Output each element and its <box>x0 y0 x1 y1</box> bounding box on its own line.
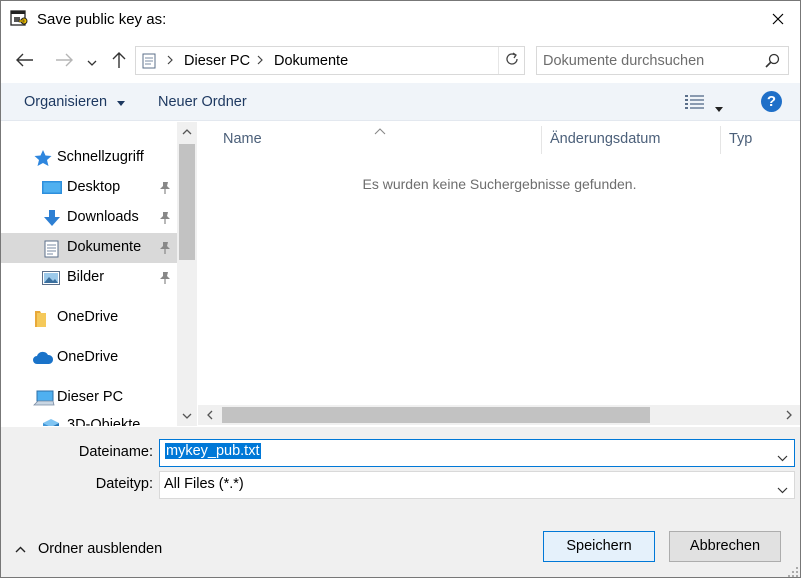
column-header-modified[interactable]: Änderungsdatum <box>550 131 660 147</box>
nav-label: Bilder <box>67 269 105 285</box>
new-folder-button[interactable]: Neuer Ordner <box>158 94 247 110</box>
nav-label: Dokumente <box>67 239 142 255</box>
cancel-button[interactable]: Abbrechen <box>669 531 781 562</box>
forward-button[interactable] <box>52 49 76 73</box>
nav-label: OneDrive <box>57 349 119 365</box>
close-button[interactable] <box>755 1 800 39</box>
filename-field[interactable]: mykey_pub.txt <box>159 439 795 467</box>
forward-arrow-icon <box>55 53 73 70</box>
nav-item-downloads[interactable]: Downloads <box>1 203 177 233</box>
desktop-icon <box>42 180 62 196</box>
save-dialog: Save public key as: Dieser PC Dokumente … <box>0 0 801 578</box>
nav-item-onedrive-cloud[interactable]: OneDrive <box>1 343 177 373</box>
pin-icon[interactable] <box>159 181 171 195</box>
scroll-right-arrow-icon[interactable] <box>779 405 799 425</box>
view-options-caret-icon[interactable] <box>715 99 723 115</box>
nav-label: OneDrive <box>57 309 119 325</box>
picture-icon <box>42 270 60 286</box>
search-input[interactable]: Dokumente durchsuchen <box>536 46 789 75</box>
search-placeholder: Dokumente durchsuchen <box>543 53 705 69</box>
chevron-down-icon <box>87 53 97 69</box>
close-icon <box>772 12 784 28</box>
pin-icon[interactable] <box>159 271 171 285</box>
nav-item-quick-access[interactable]: Schnellzugriff <box>1 143 177 173</box>
cloud-icon <box>32 350 54 366</box>
column-header-name[interactable]: Name <box>223 131 262 147</box>
breadcrumb-dokumente[interactable]: Dokumente <box>274 53 348 69</box>
nav-label: Schnellzugriff <box>57 149 144 165</box>
filetype-dropdown[interactable]: All Files (*.*) <box>159 471 795 499</box>
nav-item-this-pc[interactable]: Dieser PC <box>1 383 177 413</box>
navigation-pane: Schnellzugriff Desktop Downloads Dokumen… <box>1 122 197 426</box>
filetype-label: Dateityp: <box>95 476 153 492</box>
sort-ascending-icon <box>374 122 386 138</box>
chevron-up-icon <box>15 541 26 557</box>
nav-label: Dieser PC <box>57 389 124 405</box>
nav-label: Desktop <box>67 179 121 195</box>
pin-icon[interactable] <box>159 241 171 255</box>
column-header-type[interactable]: Typ <box>729 131 752 147</box>
empty-results-message: Es wurden keine Suchergebnisse gefunden. <box>362 176 637 192</box>
chevron-right-icon <box>166 53 176 67</box>
chevron-down-icon <box>777 481 788 497</box>
nav-item-3d-objects[interactable]: 3D-Objekte <box>1 411 177 426</box>
pin-icon[interactable] <box>159 211 171 225</box>
command-bar: Organisieren Neuer Ordner ? <box>1 83 800 121</box>
filename-label: Dateiname: <box>78 444 153 460</box>
app-key-icon <box>10 9 30 29</box>
organize-label: Organisieren <box>24 94 108 110</box>
search-icon <box>764 53 780 69</box>
scrollbar-thumb[interactable] <box>179 144 195 260</box>
scrollbar-thumb[interactable] <box>222 407 650 423</box>
view-details-icon[interactable] <box>685 95 705 109</box>
refresh-button[interactable] <box>498 47 524 74</box>
hide-folders-label: Ordner ausblenden <box>38 541 163 557</box>
nav-item-pictures[interactable]: Bilder <box>1 263 177 293</box>
window-title: Save public key as: <box>37 11 167 28</box>
nav-label: 3D-Objekte <box>67 417 141 426</box>
scroll-down-arrow-icon[interactable] <box>177 406 197 426</box>
document-icon <box>44 240 62 258</box>
nav-item-onedrive-folder[interactable]: OneDrive <box>1 303 177 333</box>
recent-locations-button[interactable] <box>83 49 101 73</box>
resize-grip-icon[interactable] <box>787 565 799 577</box>
filetype-value: All Files (*.*) <box>164 476 244 492</box>
up-button[interactable] <box>107 49 131 73</box>
scroll-left-arrow-icon[interactable] <box>200 405 220 425</box>
organize-menu[interactable]: Organisieren <box>24 94 126 110</box>
back-arrow-icon <box>16 53 34 70</box>
nav-item-documents[interactable]: Dokumente <box>1 233 177 263</box>
download-arrow-icon <box>43 210 61 226</box>
title-bar: Save public key as: <box>1 1 800 39</box>
file-list: Name Änderungsdatum Typ Es wurden keine … <box>198 122 800 426</box>
save-button[interactable]: Speichern <box>543 531 655 562</box>
help-icon[interactable]: ? <box>761 91 782 112</box>
filename-value[interactable]: mykey_pub.txt <box>165 443 261 459</box>
back-button[interactable] <box>13 49 37 73</box>
file-list-horizontal-scrollbar[interactable] <box>198 405 800 425</box>
nav-pane-scrollbar[interactable] <box>177 122 197 426</box>
column-divider[interactable] <box>720 126 721 154</box>
column-divider[interactable] <box>541 126 542 154</box>
up-arrow-icon <box>112 51 126 72</box>
hide-folders-toggle[interactable]: Ordner ausblenden <box>15 541 162 557</box>
nav-item-desktop[interactable]: Desktop <box>1 173 177 203</box>
save-form-panel: Dateiname: mykey_pub.txt Dateityp: All F… <box>1 427 800 577</box>
folder-icon <box>34 310 52 327</box>
computer-icon <box>33 390 55 406</box>
caret-down-icon <box>117 94 126 110</box>
breadcrumb-dieser-pc[interactable]: Dieser PC <box>184 53 250 69</box>
navigation-row: Dieser PC Dokumente Dokumente durchsuche… <box>1 41 800 81</box>
address-bar[interactable]: Dieser PC Dokumente <box>135 46 525 75</box>
refresh-icon <box>504 51 520 70</box>
chevron-right-icon <box>256 53 266 67</box>
chevron-down-icon[interactable] <box>777 449 788 465</box>
cube-icon <box>42 418 60 426</box>
document-icon <box>142 53 156 69</box>
scroll-up-arrow-icon[interactable] <box>177 122 197 142</box>
nav-label: Downloads <box>67 209 139 225</box>
star-icon <box>34 150 52 166</box>
